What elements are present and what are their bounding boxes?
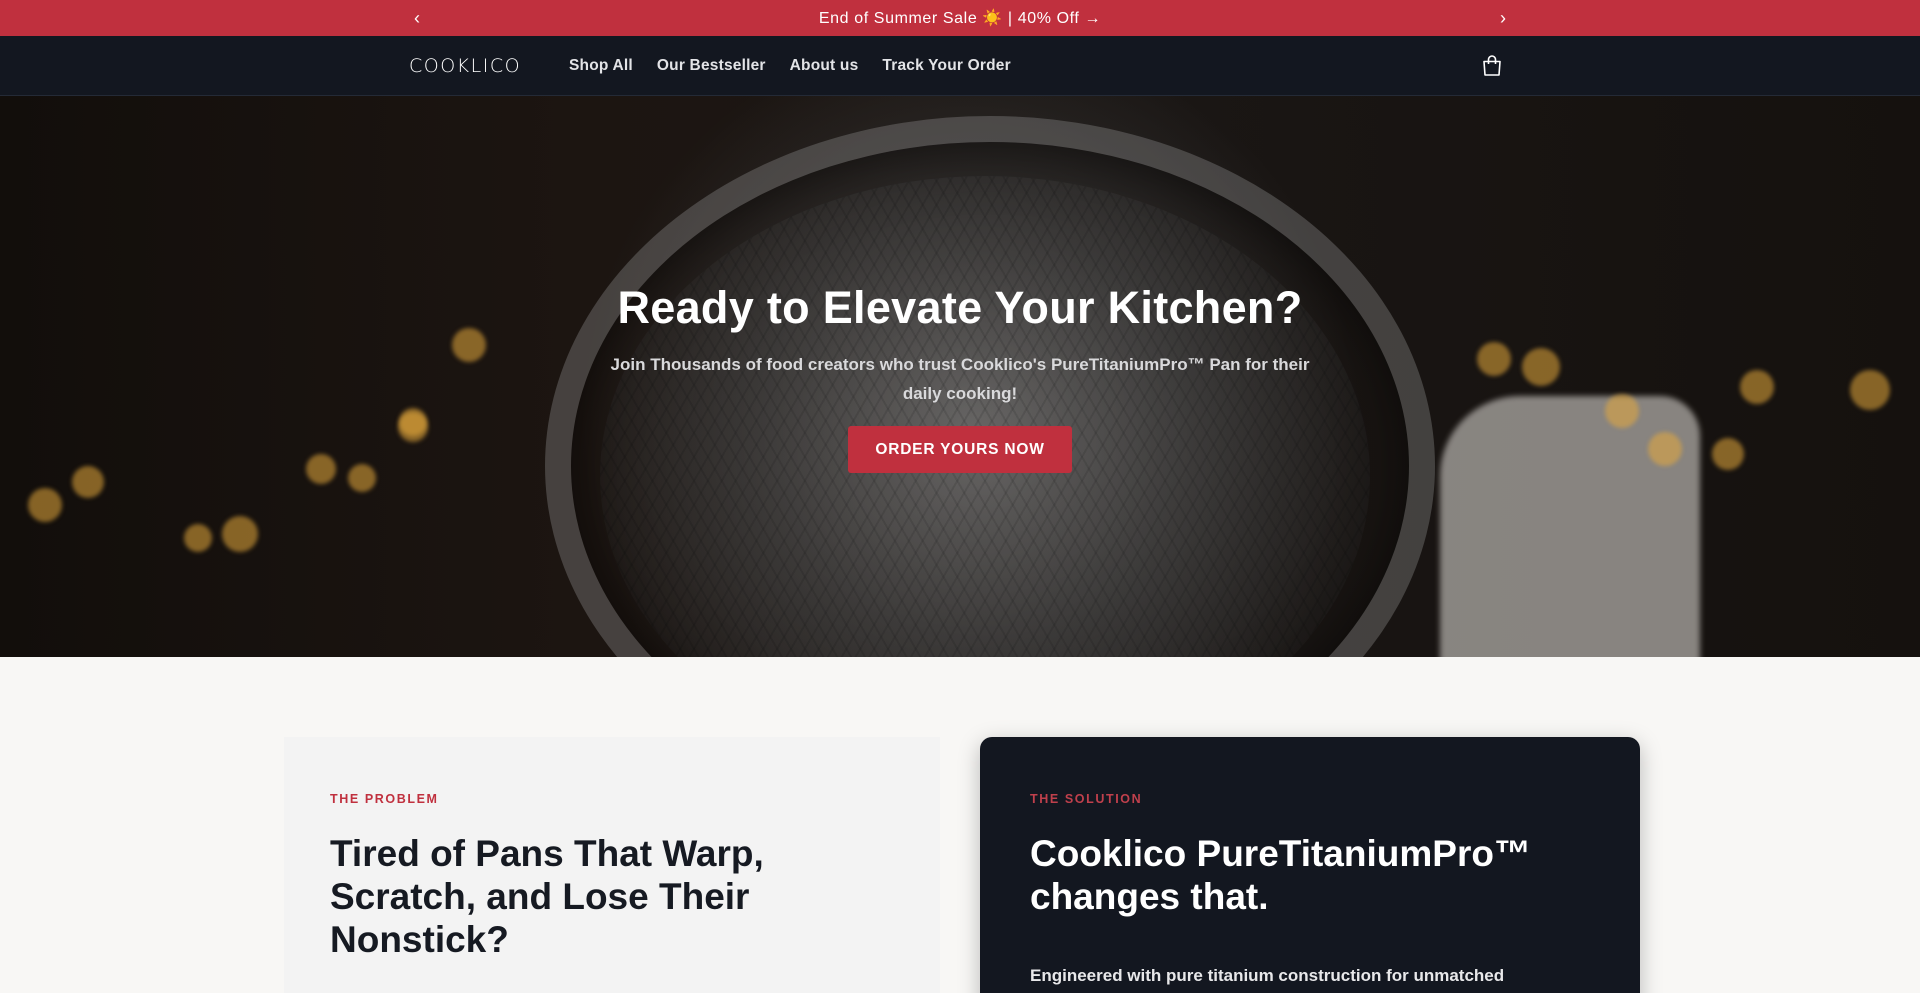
nav-about-us[interactable]: About us <box>790 57 859 75</box>
hero-section: Ready to Elevate Your Kitchen? Join Thou… <box>0 96 1920 657</box>
bokeh-light <box>1850 370 1890 410</box>
bokeh-light <box>222 516 258 552</box>
problem-card: THE PROBLEM Tired of Pans That Warp, Scr… <box>284 737 940 993</box>
solution-card: THE SOLUTION Cooklico PureTitaniumPro™ c… <box>980 737 1640 993</box>
bokeh-light <box>1477 342 1511 376</box>
bokeh-light <box>306 454 336 484</box>
problem-eyebrow: THE PROBLEM <box>330 792 439 806</box>
announcement-message-wrap: End of Summer Sale ☀️ | 40% Off → <box>0 0 1920 36</box>
main-nav: Shop All Our Bestseller About us Track Y… <box>569 36 1011 96</box>
bokeh-light <box>1712 438 1744 470</box>
bokeh-light <box>72 466 104 498</box>
bokeh-light <box>399 408 427 436</box>
order-now-button[interactable]: ORDER YOURS NOW <box>848 426 1072 473</box>
hero-title: Ready to Elevate Your Kitchen? <box>617 282 1303 333</box>
announcement-bar: ‹ End of Summer Sale ☀️ | 40% Off → › <box>0 0 1920 36</box>
bokeh-light <box>1522 348 1560 386</box>
site-header: COOKLICO Shop All Our Bestseller About u… <box>0 36 1920 96</box>
bokeh-light <box>28 488 62 522</box>
shopping-bag-icon[interactable] <box>1479 53 1505 79</box>
bokeh-light <box>1605 394 1639 428</box>
next-announcement-icon[interactable]: › <box>1491 0 1515 36</box>
bokeh-light <box>348 464 376 492</box>
problem-title: Tired of Pans That Warp, Scratch, and Lo… <box>330 833 764 960</box>
solution-body: Engineered with pure titanium constructi… <box>1030 966 1505 985</box>
nav-shop-all[interactable]: Shop All <box>569 57 633 75</box>
hero-subtitle: Join Thousands of food creators who trus… <box>610 355 1310 403</box>
nav-our-bestseller[interactable]: Our Bestseller <box>657 57 766 75</box>
solution-eyebrow: THE SOLUTION <box>1030 792 1143 806</box>
announcement-link[interactable]: End of Summer Sale ☀️ | 40% Off → <box>819 8 1101 28</box>
logo[interactable]: COOKLICO <box>409 55 521 77</box>
nav-track-your-order[interactable]: Track Your Order <box>882 57 1010 75</box>
bokeh-light <box>1648 432 1682 466</box>
solution-title: Cooklico PureTitaniumPro™ changes that. <box>1030 833 1531 917</box>
bokeh-light <box>184 524 212 552</box>
bokeh-light <box>1740 370 1774 404</box>
